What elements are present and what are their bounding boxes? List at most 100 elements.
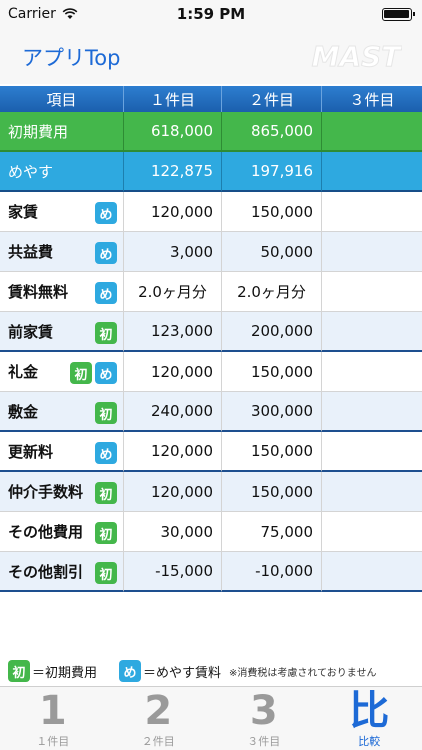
back-button[interactable]: アプリTop (22, 42, 120, 72)
initial-badge: 初 (70, 362, 92, 384)
cell-property-1: 618,000 (124, 112, 222, 152)
estimate-badge: め (95, 202, 117, 224)
svg-text:MAST: MAST (312, 40, 402, 72)
tab-label: ２件目 (141, 735, 175, 748)
cell-property-2[interactable]: 150,000 (222, 432, 322, 472)
row-label-cell: 前家賃 初 (0, 312, 124, 352)
row-label-cell: その他割引 初 (0, 552, 124, 592)
tab-compare[interactable]: 比 比較 (317, 687, 422, 750)
badge-group: 初 め (70, 362, 117, 384)
cell-property-3[interactable] (322, 312, 422, 352)
row-label: 礼金 (8, 363, 39, 381)
tab-2-icon: 2 (144, 688, 173, 734)
legend-initial: 初 ＝初期費用 (8, 660, 97, 682)
cell-property-1[interactable]: 123,000 (124, 312, 222, 352)
cell-property-2[interactable]: 2.0ヶ月分 (222, 272, 322, 312)
row-deposit[interactable]: 敷金 初 240,000 300,000 (0, 392, 422, 432)
cell-property-3[interactable] (322, 472, 422, 512)
cell-property-1[interactable]: 120,000 (124, 352, 222, 392)
cell-property-2: 865,000 (222, 112, 322, 152)
tab-property-3[interactable]: 3 ３件目 (211, 687, 317, 750)
cell-property-1[interactable]: 2.0ヶ月分 (124, 272, 222, 312)
badge-group: 初 (95, 522, 117, 544)
cell-property-2[interactable]: 200,000 (222, 312, 322, 352)
row-common-fee[interactable]: 共益費 め 3,000 50,000 (0, 232, 422, 272)
row-label: その他割引 (8, 562, 84, 581)
legend-estimate: め ＝めやす賃料 (119, 660, 221, 682)
badge-group: 初 (95, 482, 117, 504)
compare-icon: 比 (349, 688, 390, 734)
cell-property-3[interactable] (322, 512, 422, 552)
row-label-cell: 家賃 め (0, 192, 124, 232)
comparison-table: 項目 １件目 ２件目 ３件目 初期費用 618,000 865,000 めやす … (0, 86, 422, 592)
cell-property-3[interactable] (322, 392, 422, 432)
cell-property-3[interactable] (322, 192, 422, 232)
row-label: 家賃 (8, 203, 39, 221)
cell-property-2: 197,916 (222, 152, 322, 192)
cell-property-3[interactable] (322, 232, 422, 272)
row-label-cell: 敷金 初 (0, 392, 124, 432)
row-advance-rent[interactable]: 前家賃 初 123,000 200,000 (0, 312, 422, 352)
cell-property-2[interactable]: 150,000 (222, 192, 322, 232)
cell-property-1[interactable]: 120,000 (124, 192, 222, 232)
row-label: 敷金 (8, 402, 39, 421)
row-label: その他費用 (8, 523, 84, 541)
legend-estimate-text: ＝めやす賃料 (143, 665, 222, 681)
estimate-badge: め (95, 362, 117, 384)
row-label-cell: その他費用 初 (0, 512, 124, 552)
cell-property-1[interactable]: 30,000 (124, 512, 222, 552)
tab-bar: 1 １件目 2 ２件目 3 ３件目 比 比較 (0, 686, 422, 750)
initial-badge: 初 (95, 402, 117, 424)
tab-property-1[interactable]: 1 １件目 (0, 687, 106, 750)
row-label: めやす (0, 152, 124, 192)
tab-property-2[interactable]: 2 ２件目 (106, 687, 212, 750)
initial-badge: 初 (95, 482, 117, 504)
cell-property-2[interactable]: 150,000 (222, 472, 322, 512)
row-other-costs[interactable]: その他費用 初 30,000 75,000 (0, 512, 422, 552)
cell-property-1[interactable]: 240,000 (124, 392, 222, 432)
row-renewal-fee[interactable]: 更新料 め 120,000 150,000 (0, 432, 422, 472)
cell-property-2[interactable]: 75,000 (222, 512, 322, 552)
estimate-badge: め (95, 442, 117, 464)
cell-property-3[interactable] (322, 432, 422, 472)
row-label: 賃料無料 (8, 283, 69, 301)
cell-property-1: 122,875 (124, 152, 222, 192)
row-label: 共益費 (8, 243, 54, 261)
header-item: 項目 (0, 86, 124, 112)
cell-property-3[interactable] (322, 352, 422, 392)
badge-group: 初 (95, 402, 117, 424)
row-other-discounts[interactable]: その他割引 初 -15,000 -10,000 (0, 552, 422, 592)
header-property-3: ３件目 (349, 90, 395, 109)
row-label: 更新料 (8, 442, 54, 461)
cell-property-1[interactable]: 3,000 (124, 232, 222, 272)
cell-property-2[interactable]: -10,000 (222, 552, 322, 592)
row-free-rent[interactable]: 賃料無料 め 2.0ヶ月分 2.0ヶ月分 (0, 272, 422, 312)
cell-property-3[interactable] (322, 272, 422, 312)
row-initial-cost: 初期費用 618,000 865,000 (0, 112, 422, 152)
row-key-money[interactable]: 礼金 初 め 120,000 150,000 (0, 352, 422, 392)
initial-badge: 初 (95, 522, 117, 544)
row-label: 仲介手数料 (8, 483, 84, 501)
cell-property-2[interactable]: 150,000 (222, 352, 322, 392)
row-rent[interactable]: 家賃 め 120,000 150,000 (0, 192, 422, 232)
cell-property-1[interactable]: 120,000 (124, 472, 222, 512)
estimate-badge: め (119, 660, 142, 682)
cell-property-3 (322, 112, 422, 152)
tab-label: ３件目 (247, 735, 281, 748)
cell-property-2[interactable]: 300,000 (222, 392, 322, 432)
badge-group: め (95, 282, 117, 304)
row-label-cell: 仲介手数料 初 (0, 472, 124, 512)
row-label-cell: 共益費 め (0, 232, 124, 272)
badge-group: 初 (95, 322, 117, 344)
cell-property-2[interactable]: 50,000 (222, 232, 322, 272)
header-property-1: １件目 (124, 86, 222, 112)
initial-badge: 初 (8, 660, 30, 682)
header-property-2: ２件目 (222, 86, 322, 112)
cell-property-1[interactable]: -15,000 (124, 552, 222, 592)
row-brokerage-fee[interactable]: 仲介手数料 初 120,000 150,000 (0, 472, 422, 512)
estimate-badge: め (95, 282, 117, 304)
cell-property-1[interactable]: 120,000 (124, 432, 222, 472)
estimate-badge: め (95, 242, 117, 264)
tab-3-icon: 3 (249, 688, 278, 734)
cell-property-3[interactable] (322, 552, 422, 592)
